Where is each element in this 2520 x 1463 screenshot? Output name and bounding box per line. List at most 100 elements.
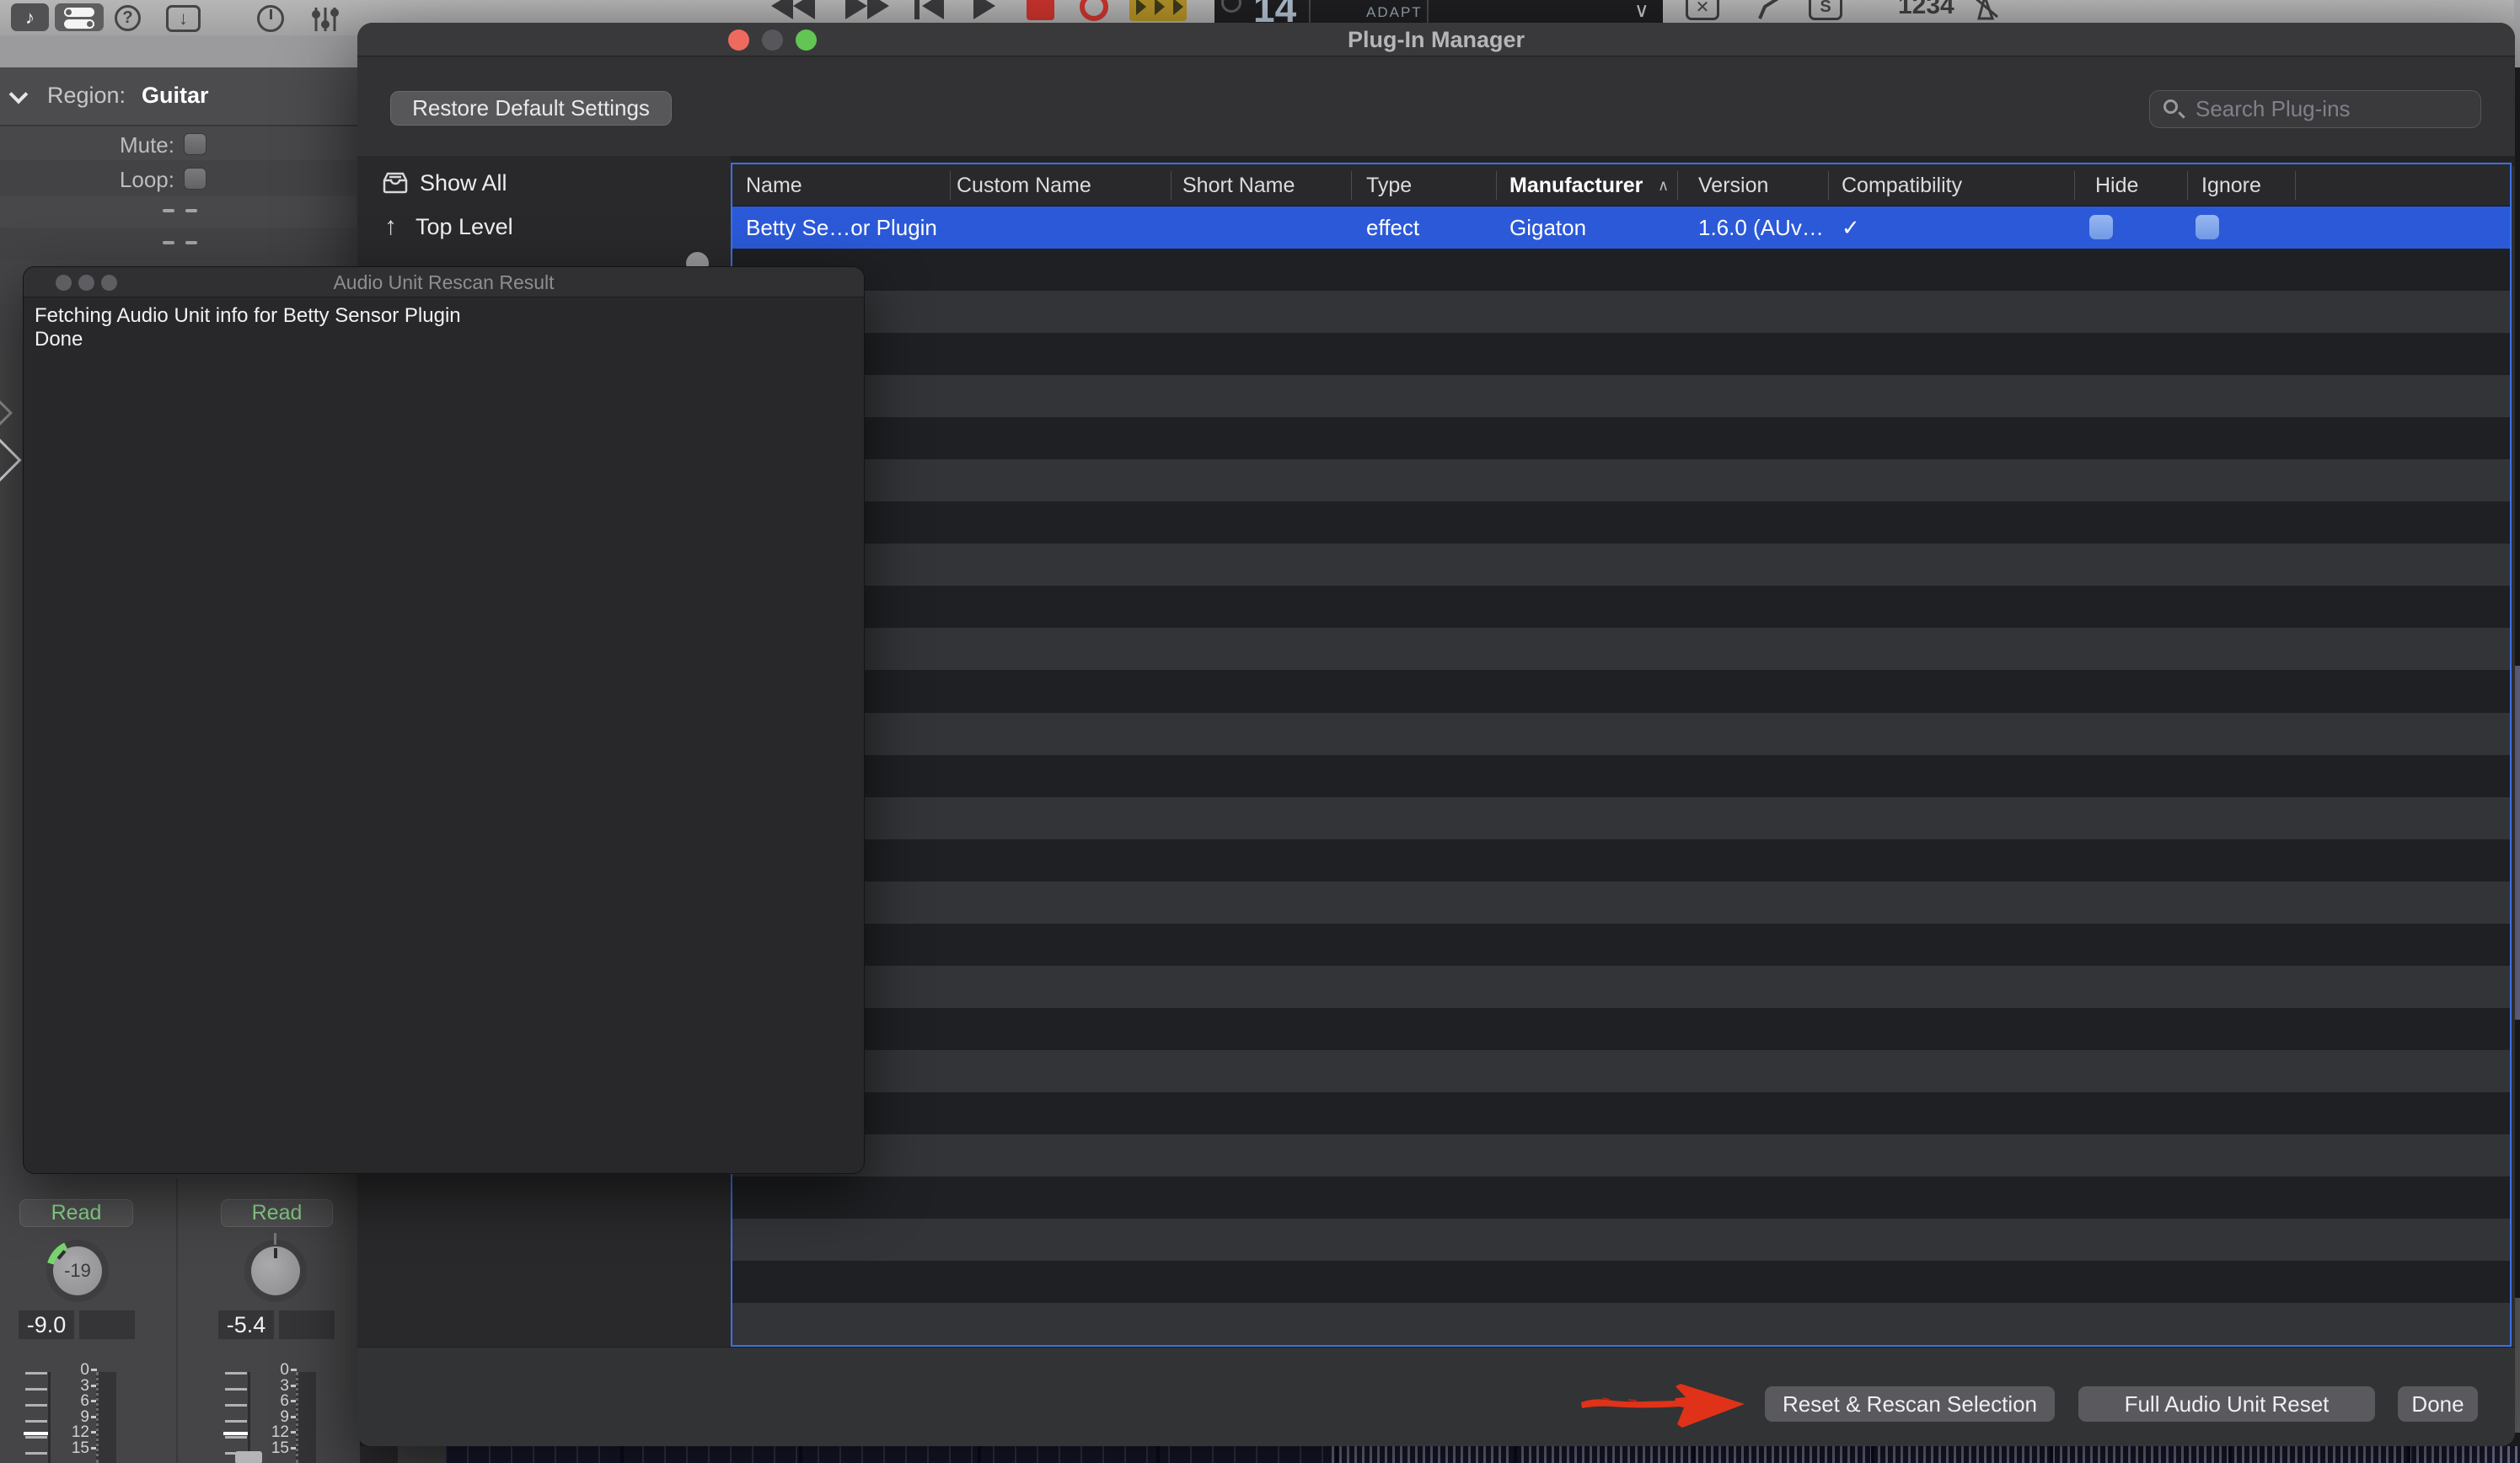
table-row-empty[interactable] (732, 501, 2510, 544)
table-row-empty[interactable] (732, 417, 2510, 459)
done-button[interactable]: Done (2398, 1386, 2478, 1422)
download-icon[interactable]: ↓ (166, 5, 201, 32)
table-row-empty[interactable] (732, 1008, 2510, 1050)
rescan-window-title: Audio Unit Rescan Result (24, 267, 864, 297)
table-row-empty[interactable] (732, 839, 2510, 882)
table-row-empty[interactable] (732, 797, 2510, 839)
count-in-icon[interactable]: 1234 (1898, 0, 1954, 20)
db-scale-number: 0 (64, 1362, 89, 1378)
cell-name: Betty Se…or Plugin (746, 206, 937, 249)
column-header-type[interactable]: Type (1366, 164, 1412, 206)
pm-footer: Reset & Rescan Selection Full Audio Unit… (357, 1347, 2515, 1446)
quick-help-toggle-icon[interactable] (55, 3, 104, 31)
go-to-beginning-icon[interactable] (914, 0, 920, 19)
rescan-titlebar[interactable]: Audio Unit Rescan Result (24, 267, 864, 297)
table-row-empty[interactable] (732, 333, 2510, 375)
region-header[interactable]: Region: Guitar (0, 67, 360, 125)
fader-slot[interactable] (248, 1372, 250, 1463)
table-row-selected[interactable]: Betty Se…or Plugin effect Gigaton 1.6.0 … (732, 206, 2510, 249)
column-header-ignore[interactable]: Ignore (2201, 164, 2261, 206)
region-value: Guitar (142, 83, 209, 109)
table-row-empty[interactable] (732, 249, 2510, 291)
solo-tool-icon[interactable]: S (1809, 0, 1842, 20)
restore-default-settings-button[interactable]: Restore Default Settings (390, 91, 672, 126)
table-row-empty[interactable] (732, 966, 2510, 1008)
table-row-empty[interactable] (732, 1219, 2510, 1261)
table-row-empty[interactable] (732, 1134, 2510, 1176)
table-row-empty[interactable] (732, 882, 2510, 924)
table-row-empty[interactable] (732, 375, 2510, 417)
loop-checkbox[interactable] (184, 168, 206, 190)
table-row-empty[interactable] (732, 628, 2510, 670)
window-titlebar[interactable]: Plug-In Manager (357, 23, 2515, 56)
meter-track (96, 1372, 116, 1463)
column-header-manufacturer[interactable]: Manufacturer (1509, 164, 1643, 206)
hide-checkbox[interactable] (2089, 215, 2113, 239)
table-row-empty[interactable] (732, 1092, 2510, 1134)
table-row-empty[interactable] (732, 713, 2510, 755)
help-icon[interactable]: ? (115, 5, 141, 31)
placeholder-dash (163, 209, 174, 212)
pan-knob[interactable]: -19 (46, 1240, 109, 1302)
background-window-edge (2514, 0, 2520, 67)
lcd-display[interactable]: 14 ADAPT ∨ (1214, 0, 1663, 23)
stop-icon[interactable] (1027, 0, 1054, 20)
table-row-empty[interactable] (732, 291, 2510, 333)
rewind-icon[interactable] (771, 0, 793, 19)
column-header-compatibility[interactable]: Compatibility (1842, 164, 1962, 206)
clear-tool-icon[interactable]: ✕ (1686, 0, 1719, 20)
record-icon[interactable] (1080, 0, 1108, 21)
search-field[interactable] (2149, 90, 2481, 128)
tuner-icon[interactable] (257, 5, 284, 32)
cycle-icon[interactable] (1129, 0, 1187, 21)
search-input[interactable] (2194, 94, 2472, 124)
table-row-empty[interactable] (732, 459, 2510, 501)
table-row-empty[interactable] (732, 924, 2510, 966)
automation-read-button[interactable]: Read (221, 1199, 333, 1227)
table-row-empty[interactable] (732, 1261, 2510, 1303)
table-row-empty[interactable] (732, 671, 2510, 713)
value-box-empty[interactable] (279, 1310, 335, 1339)
reset-rescan-selection-button[interactable]: Reset & Rescan Selection (1765, 1386, 2055, 1422)
value-box-empty[interactable] (79, 1310, 135, 1339)
db-scale-number: 15 (64, 1440, 89, 1456)
sidebar-item-top-level[interactable]: ↑ Top Level (357, 206, 731, 248)
column-header-custom-name[interactable]: Custom Name (957, 164, 1091, 206)
column-header-hide[interactable]: Hide (2095, 164, 2138, 206)
metronome-off-icon[interactable] (1972, 0, 2001, 22)
forward-icon[interactable] (845, 0, 867, 19)
sort-ascending-icon[interactable]: ∧ (1658, 164, 1669, 206)
column-header-short-name[interactable]: Short Name (1182, 164, 1295, 206)
column-header-name[interactable]: Name (746, 164, 802, 206)
automation-read-button[interactable]: Read (19, 1199, 133, 1227)
mute-checkbox[interactable] (184, 133, 206, 155)
full-audio-unit-reset-button[interactable]: Full Audio Unit Reset (2078, 1386, 2375, 1422)
fader-slot[interactable] (48, 1372, 51, 1463)
pan-knob[interactable] (244, 1240, 307, 1302)
chevron-down-icon[interactable] (9, 85, 29, 104)
volume-value[interactable]: -5.4 (218, 1310, 274, 1339)
column-header-version[interactable]: Version (1698, 164, 1768, 206)
db-scale-number: 12 (264, 1424, 289, 1440)
cell-version: 1.6.0 (AUv… (1698, 206, 1824, 249)
table-row-empty[interactable] (732, 544, 2510, 586)
ignore-checkbox[interactable] (2196, 215, 2219, 239)
play-icon[interactable] (973, 0, 995, 19)
pencil-tool-icon[interactable] (1755, 0, 1788, 22)
db-scale-number: 9 (264, 1409, 289, 1425)
table-row-empty[interactable] (732, 586, 2510, 628)
table-row-empty[interactable] (732, 1303, 2510, 1345)
disclosure-arrow-icon[interactable] (0, 399, 13, 427)
table-row-empty[interactable] (732, 755, 2510, 797)
library-icon[interactable]: ♪ (11, 3, 49, 31)
disclosure-arrow-icon[interactable] (0, 439, 21, 482)
forward-icon (867, 0, 889, 19)
lcd-chevron-down-icon[interactable]: ∨ (1634, 0, 1649, 23)
sidebar-item-label: Top Level (416, 214, 513, 240)
volume-value[interactable]: -9.0 (19, 1310, 74, 1339)
background-window-edge (2514, 1298, 2520, 1433)
mixer-icon[interactable] (310, 5, 340, 34)
table-row-empty[interactable] (732, 1050, 2510, 1092)
table-row-empty[interactable] (732, 1176, 2510, 1219)
sidebar-item-show-all[interactable]: Show All (357, 162, 731, 204)
